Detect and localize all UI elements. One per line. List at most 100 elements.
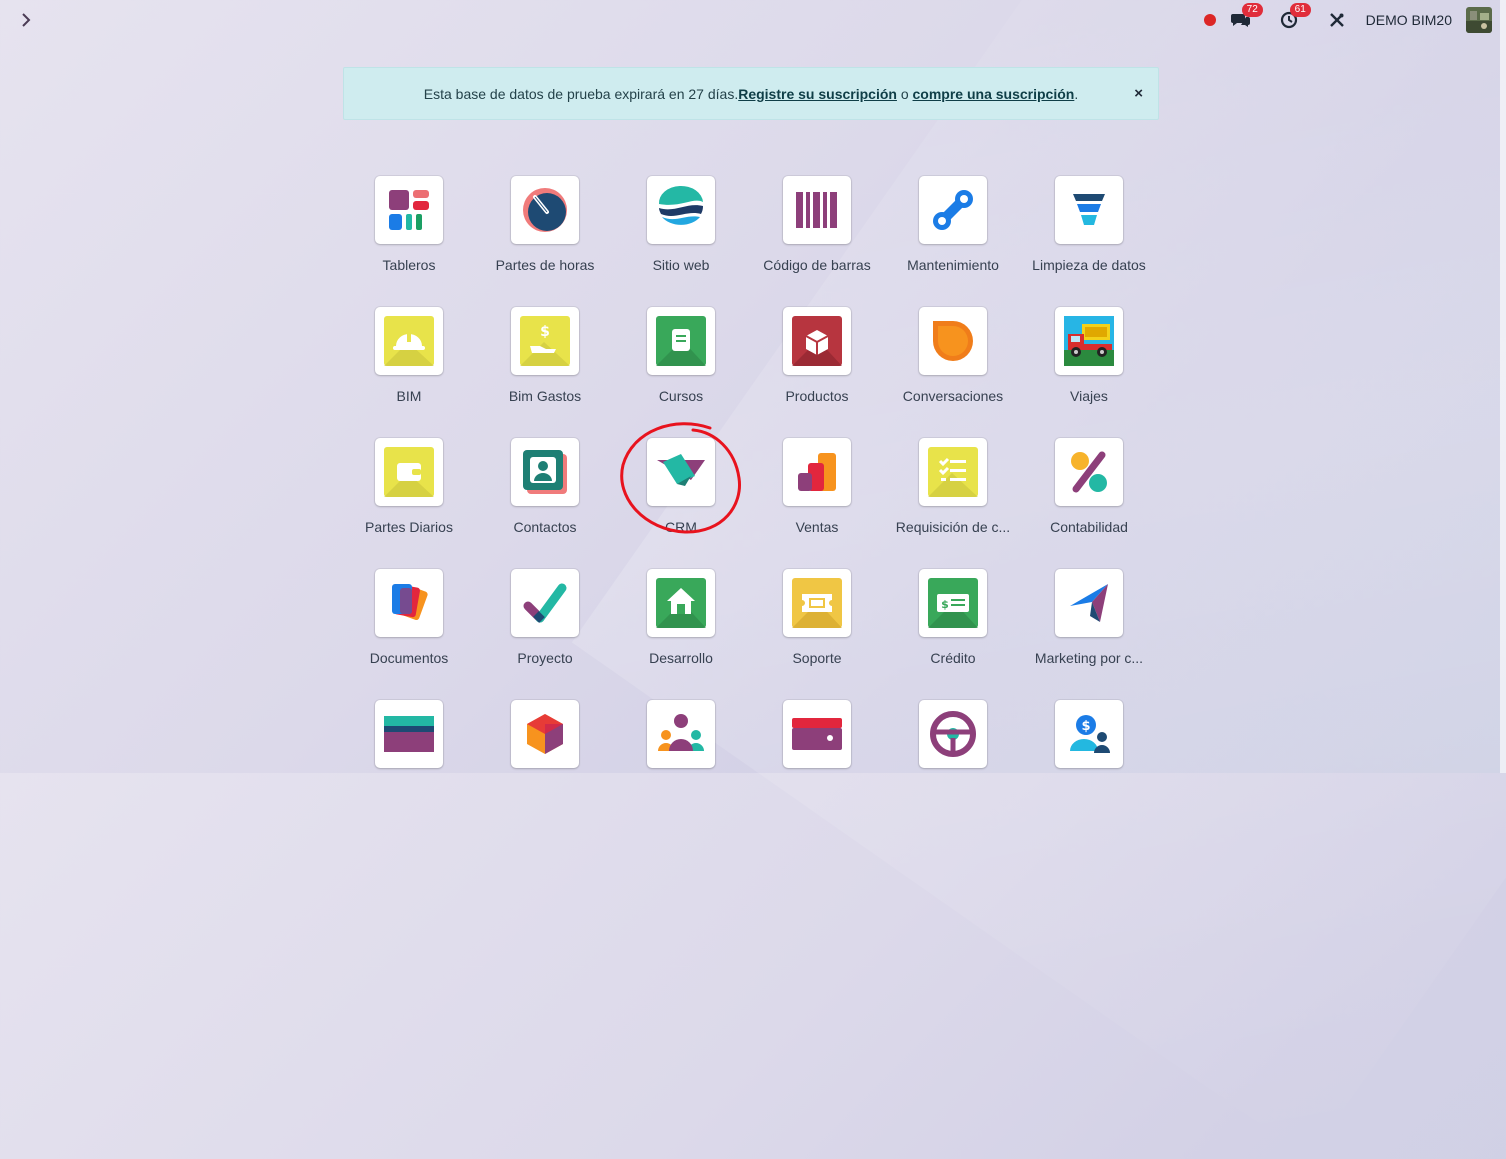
app-label: Viajes (1070, 388, 1108, 404)
app-label: Conversaciones (902, 388, 1004, 404)
app-tile[interactable] (783, 438, 851, 506)
app-proyecto[interactable]: Proyecto (477, 569, 613, 666)
company-name[interactable]: DEMO BIM20 (1366, 12, 1452, 28)
app-tile[interactable] (375, 700, 443, 768)
card-stripes-icon (384, 716, 434, 752)
credit-bill-icon: $ (928, 578, 978, 628)
app-tile[interactable] (647, 700, 715, 768)
app-tile[interactable] (511, 176, 579, 244)
app-label: Requisición de c... (895, 519, 1011, 535)
messages-count-badge: 72 (1241, 3, 1263, 17)
app-tile[interactable] (647, 307, 715, 375)
paper-plane-icon (1070, 584, 1108, 622)
scrollbar[interactable] (1500, 0, 1506, 773)
app-row5-3[interactable] (613, 700, 749, 781)
tools-icon (1329, 13, 1344, 27)
app-label: Limpieza de datos (1032, 257, 1146, 273)
app-tile[interactable] (375, 438, 443, 506)
app-productos[interactable]: Productos (749, 307, 885, 404)
app-tile[interactable] (919, 307, 987, 375)
app-label: Proyecto (517, 650, 573, 666)
app-label: Partes de horas (495, 257, 595, 273)
app-row5-5[interactable] (885, 700, 1021, 781)
app-credito[interactable]: $ Crédito (885, 569, 1021, 666)
app-tile[interactable] (647, 569, 715, 637)
book-icon (656, 316, 706, 366)
recording-indicator[interactable] (1203, 14, 1216, 26)
app-conversaciones[interactable]: Conversaciones (885, 307, 1021, 404)
debug-tools-button[interactable] (1326, 9, 1348, 31)
banner-close-button[interactable]: × (1134, 85, 1143, 102)
app-viajes[interactable]: Viajes (1021, 307, 1157, 404)
app-ventas[interactable]: Ventas (749, 438, 885, 535)
app-tile[interactable] (647, 176, 715, 244)
app-requisicion[interactable]: Requisición de c... (885, 438, 1021, 535)
helmet-icon (384, 316, 434, 366)
app-label: Partes Diarios (365, 519, 453, 535)
app-tile[interactable] (783, 569, 851, 637)
app-documentos[interactable]: Documentos (341, 569, 477, 666)
app-tile[interactable] (1055, 438, 1123, 506)
app-tile[interactable] (919, 176, 987, 244)
app-crm[interactable]: CRM (613, 438, 749, 535)
app-soporte[interactable]: Soporte (749, 569, 885, 666)
app-cursos[interactable]: Cursos (613, 307, 749, 404)
buy-subscription-link[interactable]: compre una suscripción (913, 86, 1075, 102)
app-contabilidad[interactable]: Contabilidad (1021, 438, 1157, 535)
activities-button[interactable]: 61 (1278, 3, 1311, 31)
menu-toggle-button[interactable] (16, 10, 36, 30)
app-tile[interactable] (511, 700, 579, 768)
app-tile[interactable] (511, 438, 579, 506)
app-tile[interactable] (375, 176, 443, 244)
app-partes-diarios[interactable]: Partes Diarios (341, 438, 477, 535)
app-row5-6[interactable]: $ (1021, 700, 1157, 781)
app-label: Cursos (658, 388, 704, 404)
app-tile[interactable] (783, 700, 851, 768)
ticket-icon (792, 578, 842, 628)
app-partes-de-horas[interactable]: Partes de horas (477, 176, 613, 273)
register-subscription-link[interactable]: Registre su suscripción (738, 86, 897, 102)
app-tile[interactable] (783, 176, 851, 244)
app-tile[interactable] (1055, 569, 1123, 637)
app-tile[interactable] (919, 438, 987, 506)
svg-text:$: $ (941, 598, 949, 611)
app-label: Bim Gastos (508, 388, 582, 404)
app-tile[interactable] (1055, 307, 1123, 375)
hexagon-icon (527, 714, 563, 754)
app-tableros[interactable]: Tableros (341, 176, 477, 273)
app-tile[interactable]: $ (919, 569, 987, 637)
app-tile[interactable] (375, 569, 443, 637)
app-bim-gastos[interactable]: $ Bim Gastos (477, 307, 613, 404)
app-tile[interactable]: $ (1055, 700, 1123, 768)
app-row5-4[interactable] (749, 700, 885, 781)
app-tile[interactable] (783, 307, 851, 375)
app-row5-2[interactable] (477, 700, 613, 781)
svg-text:$: $ (1081, 719, 1090, 734)
app-tile[interactable] (1055, 176, 1123, 244)
svg-text:$: $ (540, 324, 550, 340)
app-tile[interactable] (375, 307, 443, 375)
app-label: Marketing por c... (1034, 650, 1144, 666)
app-codigo-de-barras[interactable]: Código de barras (749, 176, 885, 273)
app-label: BIM (396, 388, 422, 404)
dashboards-icon (389, 190, 429, 230)
trial-expiration-banner: Esta base de datos de prueba expirará en… (343, 67, 1159, 120)
app-limpieza-de-datos[interactable]: Limpieza de datos (1021, 176, 1157, 273)
app-tile[interactable] (919, 700, 987, 768)
app-tile[interactable] (511, 569, 579, 637)
app-sitio-web[interactable]: Sitio web (613, 176, 749, 273)
app-tile[interactable] (647, 438, 715, 506)
app-label: CRM (665, 519, 697, 535)
wallet-icon (384, 447, 434, 497)
app-row5-1[interactable] (341, 700, 477, 781)
app-tile[interactable]: $ (511, 307, 579, 375)
app-contactos[interactable]: Contactos (477, 438, 613, 535)
app-marketing[interactable]: Marketing por c... (1021, 569, 1157, 666)
messages-button[interactable]: 72 (1230, 3, 1263, 31)
user-avatar[interactable] (1466, 7, 1492, 33)
app-mantenimiento[interactable]: Mantenimiento (885, 176, 1021, 273)
checklist-icon (928, 447, 978, 497)
app-desarrollo[interactable]: Desarrollo (613, 569, 749, 666)
wallet-pink-icon (792, 718, 842, 750)
app-bim[interactable]: BIM (341, 307, 477, 404)
